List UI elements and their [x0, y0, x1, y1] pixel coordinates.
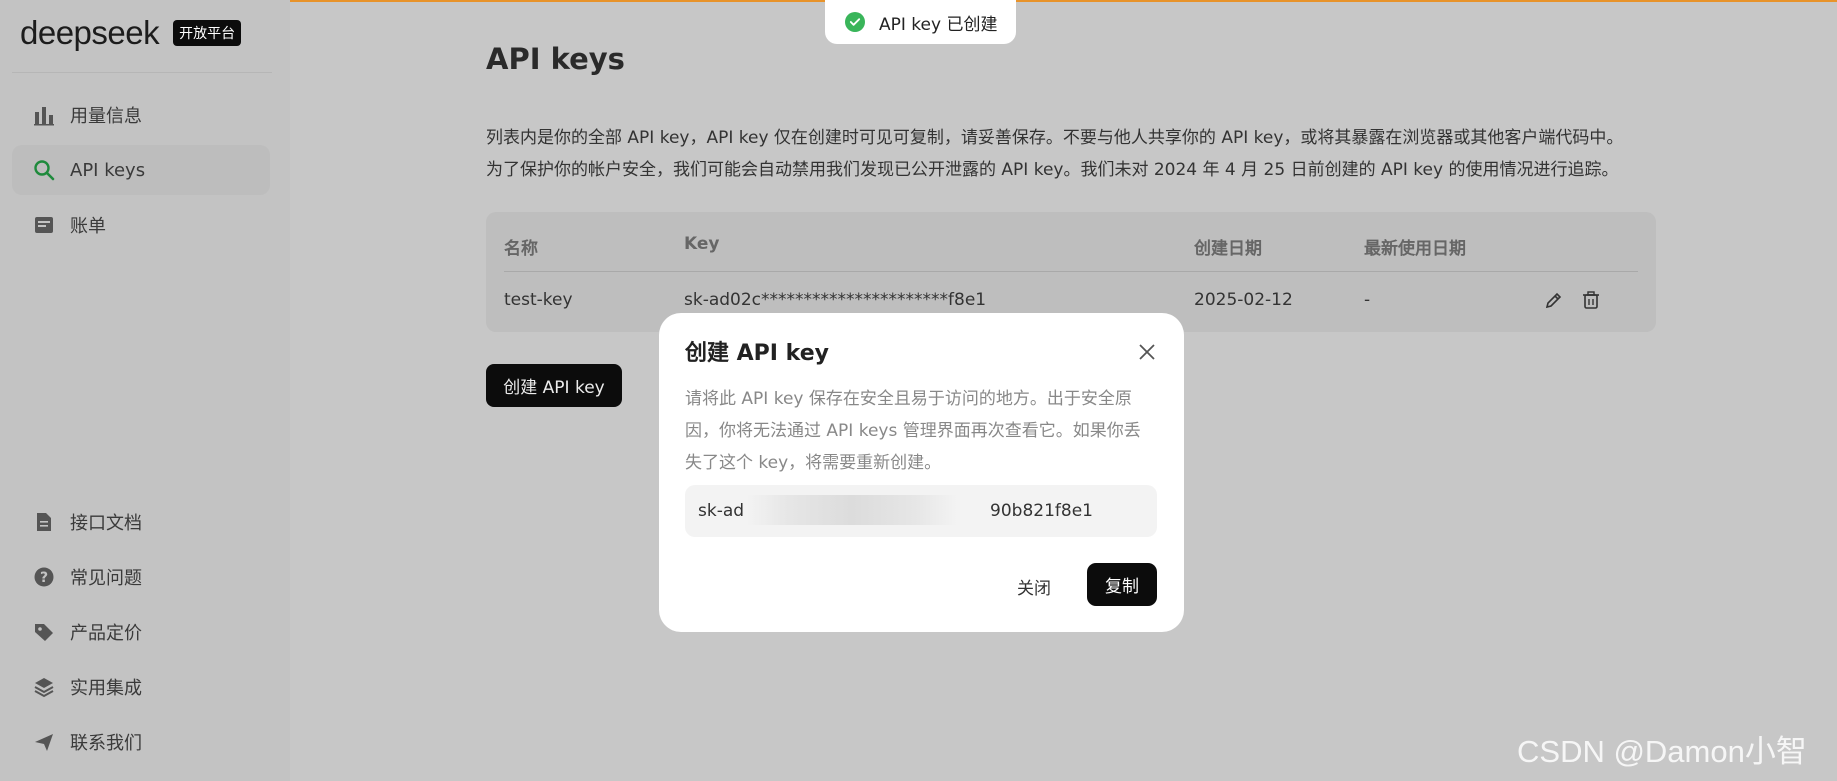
- sidebar-item-contact[interactable]: 联系我们: [12, 717, 270, 767]
- sidebar-item-label: 实用集成: [70, 678, 142, 699]
- page-description: 列表内是你的全部 API key，API key 仅在创建时可见可复制，请妥善保…: [486, 122, 1686, 186]
- success-toast: API key 已创建: [825, 0, 1016, 44]
- cell-created: 2025-02-12: [1194, 290, 1293, 310]
- edit-icon[interactable]: [1544, 290, 1564, 310]
- column-header-key: Key: [684, 234, 720, 254]
- brand-name: deepseek: [20, 14, 160, 51]
- trash-icon[interactable]: [1581, 290, 1601, 310]
- sidebar-item-label: 联系我们: [70, 733, 142, 754]
- toast-message: API key 已创建: [879, 14, 998, 35]
- sidebar-item-label: 常见问题: [70, 568, 142, 589]
- svg-text:?: ?: [40, 570, 48, 586]
- sidebar-item-label: 产品定价: [70, 623, 142, 644]
- sidebar-item-api-keys[interactable]: API keys: [12, 145, 270, 195]
- column-header-name: 名称: [504, 239, 538, 259]
- question-icon: ?: [32, 565, 56, 589]
- brand-logo[interactable]: deepseek 开放平台: [20, 14, 242, 52]
- dialog-title: 创建 API key: [685, 341, 829, 366]
- api-key-redaction: [747, 495, 957, 525]
- bill-icon: [32, 213, 56, 237]
- create-api-key-dialog: 创建 API key 请将此 API key 保存在安全且易于访问的地方。出于安…: [659, 313, 1184, 632]
- copy-button[interactable]: 复制: [1087, 563, 1157, 606]
- sidebar-item-label: 用量信息: [70, 106, 142, 127]
- dialog-description: 请将此 API key 保存在安全且易于访问的地方。出于安全原因，你将无法通过 …: [685, 389, 1141, 473]
- create-api-key-button[interactable]: 创建 API key: [486, 364, 622, 407]
- cell-last-used: -: [1364, 290, 1371, 310]
- description-line: 列表内是你的全部 API key，API key 仅在创建时可见可复制，请妥善保…: [486, 128, 1624, 148]
- table-header-divider: [504, 271, 1638, 272]
- cell-name: test-key: [504, 290, 573, 310]
- close-icon[interactable]: [1136, 341, 1158, 363]
- column-header-created: 创建日期: [1194, 239, 1262, 259]
- search-icon: [32, 158, 56, 182]
- sidebar-item-integrations[interactable]: 实用集成: [12, 662, 270, 712]
- sidebar-divider: [12, 72, 272, 73]
- sidebar-item-faq[interactable]: ? 常见问题: [12, 552, 270, 602]
- brand-badge: 开放平台: [173, 20, 242, 46]
- check-circle-icon: [845, 12, 865, 32]
- sidebar-item-label: 账单: [70, 216, 106, 237]
- watermark: CSDN @Damon小智: [1517, 734, 1807, 769]
- document-icon: [32, 510, 56, 534]
- sidebar-item-usage[interactable]: 用量信息: [12, 90, 270, 140]
- sidebar-item-pricing[interactable]: 产品定价: [12, 607, 270, 657]
- tag-icon: [32, 620, 56, 644]
- sidebar-item-docs[interactable]: 接口文档: [12, 497, 270, 547]
- sidebar: deepseek 开放平台 用量信息 API keys 账单 接口文档 ? 常见…: [0, 0, 290, 781]
- cell-key: sk-ad02c**********************f8e1: [684, 290, 987, 310]
- page-title: API keys: [486, 42, 625, 76]
- description-line: 为了保护你的帐户安全，我们可能会自动禁用我们发现已公开泄露的 API key。我…: [486, 160, 1619, 180]
- column-header-last-used: 最新使用日期: [1364, 239, 1466, 259]
- api-key-field[interactable]: sk-ad 90b821f8e1: [685, 485, 1157, 537]
- bar-chart-icon: [32, 103, 56, 127]
- sidebar-item-label: API keys: [70, 159, 146, 181]
- sidebar-item-label: 接口文档: [70, 513, 142, 534]
- send-icon: [32, 730, 56, 754]
- sidebar-item-billing[interactable]: 账单: [12, 200, 270, 250]
- close-button[interactable]: 关闭: [1017, 574, 1051, 599]
- layers-icon: [32, 675, 56, 699]
